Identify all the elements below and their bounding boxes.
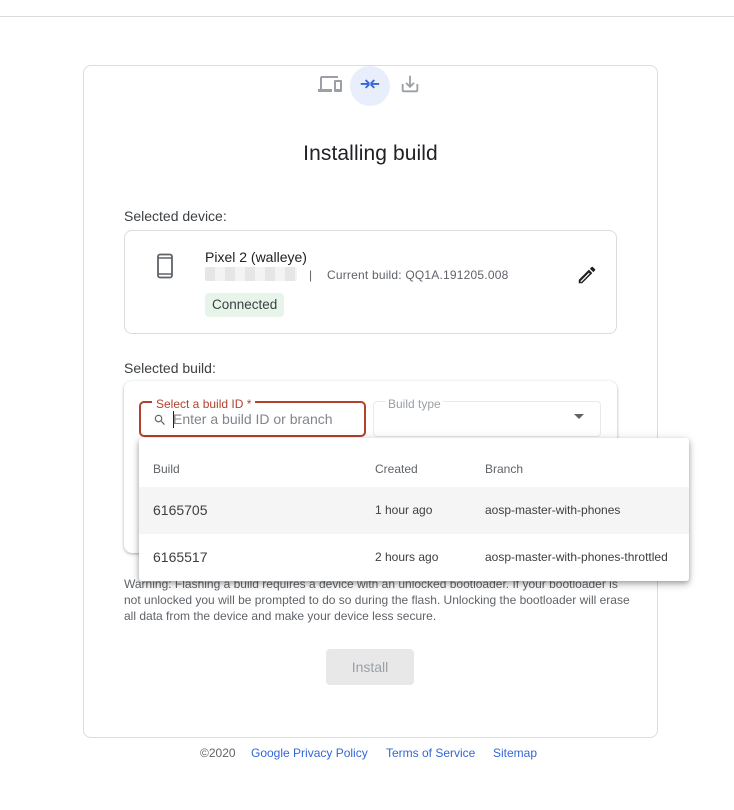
phone-icon: [155, 253, 175, 284]
device-card: Pixel 2 (walleye) | Current build: QQ1A.…: [124, 230, 617, 334]
branch-cell: aosp-master-with-phones: [485, 503, 621, 517]
text-caret: [173, 411, 174, 428]
copyright: ©2020: [200, 746, 236, 760]
privacy-policy-link[interactable]: Google Privacy Policy: [251, 746, 368, 760]
created-cell: 1 hour ago: [375, 503, 433, 517]
terms-of-service-link[interactable]: Terms of Service: [386, 746, 475, 760]
dropdown-arrow-icon: [574, 414, 584, 419]
step-select-device: [310, 66, 350, 106]
build-id-cell: 6165705: [153, 502, 208, 518]
step-download: [390, 66, 430, 106]
device-name: Pixel 2 (walleye): [205, 249, 307, 265]
build-option-row[interactable]: 6165517 2 hours ago aosp-master-with-pho…: [139, 534, 689, 581]
page-title: Installing build: [303, 142, 438, 165]
column-header-created: Created: [375, 462, 418, 476]
branch-cell: aosp-master-with-phones-throttled: [485, 550, 668, 564]
build-id-label: Select a build ID *: [152, 397, 256, 411]
selected-device-label: Selected device:: [124, 208, 227, 224]
created-cell: 2 hours ago: [375, 550, 439, 564]
build-option-row[interactable]: 6165705 1 hour ago aosp-master-with-phon…: [139, 487, 689, 534]
info-separator: |: [309, 268, 313, 282]
install-card: Installing build Selected device: Pixel …: [83, 65, 658, 738]
column-header-branch: Branch: [485, 462, 524, 476]
pencil-icon: [576, 264, 598, 291]
build-suggestions-dropdown: Build Created Branch 6165705 1 hour ago …: [139, 438, 689, 581]
sitemap-link[interactable]: Sitemap: [493, 746, 537, 760]
build-id-cell: 6165517: [153, 549, 208, 565]
connect-arrows-icon: [358, 72, 382, 101]
install-button[interactable]: Install: [326, 649, 414, 685]
device-serial-redacted: [205, 267, 297, 281]
selected-build-label: Selected build:: [124, 360, 216, 376]
search-icon: [153, 413, 167, 432]
column-header-build: Build: [153, 462, 180, 476]
build-id-input[interactable]: [173, 409, 359, 429]
top-divider: [0, 16, 734, 17]
build-type-label: Build type: [386, 397, 443, 411]
status-badge: Connected: [205, 293, 285, 317]
devices-icon: [318, 72, 342, 101]
download-icon: [399, 73, 421, 100]
bootloader-warning: Warning: Flashing a build requires a dev…: [124, 577, 630, 623]
current-build: Current build: QQ1A.191205.008: [327, 268, 509, 282]
step-connect: [350, 66, 390, 106]
edit-device-button[interactable]: [573, 263, 601, 291]
